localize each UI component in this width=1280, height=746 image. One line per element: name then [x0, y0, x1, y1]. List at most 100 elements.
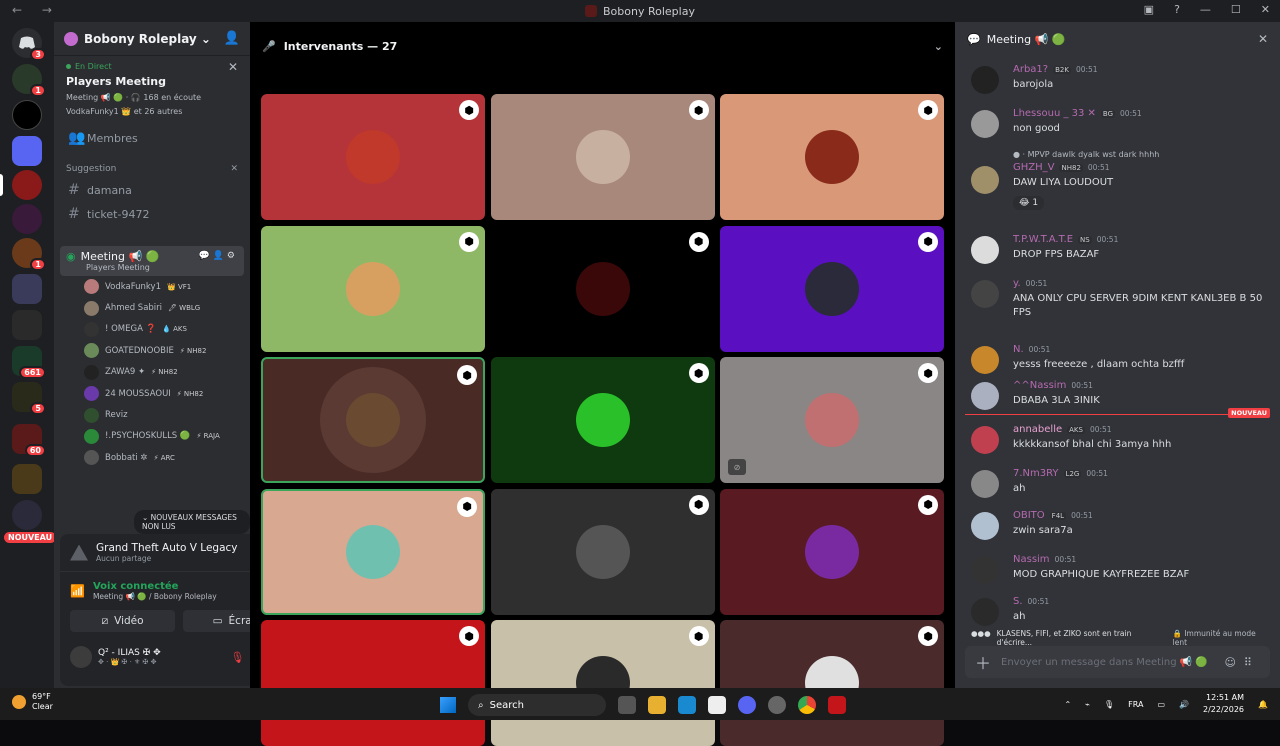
server-icon[interactable]: 1 — [12, 238, 46, 271]
server-icon[interactable] — [12, 500, 42, 530]
chat-message[interactable]: T.P.W.T.A.T.E NS 00:51 DROP FPS BAZAF — [971, 234, 1271, 264]
message-composer[interactable]: ＋ Envoyer un message dans Meeting 📢 🟢 ☺⠿ — [965, 646, 1270, 678]
new-messages-banner[interactable]: ⌄ NOUVEAUX MESSAGES NON LUS — [134, 510, 250, 534]
speaker-tile[interactable]: ⬢ — [720, 620, 944, 746]
server-icon[interactable] — [12, 204, 42, 234]
voice-channel-meeting[interactable]: ◉ Meeting 📢 🟢 Players Meeting 💬👤⚙ — [60, 246, 244, 276]
channel-damana[interactable]: # damana — [54, 178, 250, 202]
speaker-tile[interactable]: ⬢ — [261, 488, 485, 615]
message-username[interactable]: N. — [1013, 344, 1024, 355]
speaker-tile[interactable]: ⬢ — [490, 620, 715, 746]
message-username[interactable]: Arba1? — [1013, 64, 1048, 75]
message-username[interactable]: S. — [1013, 596, 1023, 607]
voice-user[interactable]: Ahmed Sabiri 🖊 WBLG — [54, 297, 250, 318]
message-username[interactable]: y. — [1013, 278, 1021, 289]
channel-actions[interactable]: 💬👤⚙ — [199, 251, 238, 261]
guild-header[interactable]: Bobony Roleplay ⌄ 👤 — [54, 22, 250, 56]
video-button[interactable]: ⧄ Vidéo — [70, 610, 175, 632]
avatar[interactable] — [971, 66, 999, 94]
chevron-down-icon[interactable]: ⌄ — [934, 40, 943, 53]
message-username[interactable]: annabelle — [1013, 424, 1062, 435]
channel-ticket[interactable]: # ticket-9472 — [54, 202, 250, 226]
reaction-button[interactable]: 😂 1 — [1013, 196, 1045, 210]
help-icon[interactable]: ? — [1174, 3, 1180, 16]
search-box[interactable]: ⌕ Search — [468, 694, 606, 716]
close-icon[interactable]: ✕ — [1258, 32, 1268, 46]
speaker-tile[interactable]: ⬢ — [261, 620, 485, 746]
speaker-tile[interactable]: ⬢ — [720, 94, 944, 220]
direct-messages-icon[interactable]: 3 — [12, 28, 46, 61]
message-username[interactable]: GHZH_V — [1013, 162, 1054, 173]
avatar[interactable] — [971, 280, 999, 308]
add-attachment-icon[interactable]: ＋ — [975, 650, 991, 674]
message-username[interactable]: OBITO — [1013, 510, 1045, 521]
chat-message[interactable]: N. 00:51 yesss freeeeze , dlaam ochta bzff… — [971, 344, 1271, 374]
voice-user[interactable]: ZAWA9 ✦ ⚡ NH82 — [54, 362, 250, 383]
avatar[interactable] — [70, 646, 92, 668]
speaker-tile[interactable]: ⬢ — [490, 94, 715, 220]
message-username[interactable]: Lhessouu _ 33 ✕ — [1013, 108, 1096, 119]
store-icon[interactable] — [708, 696, 726, 714]
folder-icon[interactable]: 661 — [12, 346, 46, 379]
speaker-tile[interactable]: ⬢ — [261, 357, 485, 483]
chat-message[interactable]: annabelle AKS 00:51 kkkkkansof bhal chi 3am… — [971, 424, 1271, 454]
voice-user[interactable]: GOATEDNOOBIE ⚡ NH82 — [54, 340, 250, 361]
folder-icon[interactable] — [12, 310, 42, 340]
voice-user[interactable]: Reviz — [54, 404, 250, 425]
display-icon[interactable]: ▭ — [1157, 700, 1165, 709]
avatar[interactable] — [971, 470, 999, 498]
message-username[interactable]: ^^Nassim — [1013, 380, 1066, 391]
avatar[interactable] — [971, 110, 999, 138]
start-button[interactable] — [440, 697, 456, 713]
speaker-tile[interactable]: ⬢ — [490, 357, 715, 483]
voice-user[interactable]: !.PSYCHOSKULLS 🟢 ⚡ RAJA — [54, 426, 250, 447]
avatar[interactable] — [971, 512, 999, 540]
inbox-icon[interactable]: ▣ — [1144, 3, 1154, 16]
clock[interactable]: 12:51 AM 2/22/2026 — [1203, 692, 1244, 716]
close-button[interactable]: ✕ — [1261, 3, 1270, 16]
voice-user[interactable]: ! OMEGA ❓ 💧 AKS — [54, 319, 250, 340]
close-icon[interactable]: ✕ — [228, 60, 238, 74]
live-event-card[interactable]: En Direct Players Meeting Meeting 📢 🟢 · … — [54, 56, 250, 122]
speaker-tile[interactable]: ⬢ — [720, 488, 944, 615]
server-icon[interactable]: 1 — [12, 64, 46, 97]
network-icon[interactable]: ⌁ — [1085, 700, 1090, 709]
avatar[interactable] — [971, 166, 999, 194]
chat-message[interactable]: y. 00:51 ANA ONLY CPU SERVER 9DIM KENT KAN… — [971, 278, 1271, 320]
speaker-tile[interactable]: ⬢ — [490, 488, 715, 615]
folder-icon[interactable]: 60 — [12, 424, 46, 457]
new-unreads-pill[interactable]: NOUVEAU — [4, 532, 57, 543]
members-link[interactable]: 👥 Membres — [54, 126, 250, 150]
edge-icon[interactable] — [678, 696, 696, 714]
composer-icons[interactable]: ☺⠿ — [1224, 656, 1260, 669]
stage-header[interactable]: 🎤 Intervenants — 27 ⌄ — [250, 22, 955, 70]
avatar[interactable] — [971, 346, 999, 374]
message-username[interactable]: 7.Nm3RY — [1013, 468, 1059, 479]
back-forward-icons[interactable]: ← → — [12, 3, 60, 17]
weather-widget[interactable]: 69°F Clear — [12, 692, 53, 712]
speaker-tile[interactable]: ⬢ ⊘ — [720, 357, 944, 483]
message-input[interactable]: Envoyer un message dans Meeting 📢 🟢 — [1001, 657, 1208, 668]
speaker-tile[interactable]: ⬢ — [490, 225, 715, 352]
avatar[interactable] — [971, 598, 999, 626]
chat-message[interactable]: Nassim 00:51 MOD GRAPHIQUE KAYFREZEE BZAF — [971, 554, 1271, 584]
chat-message[interactable]: Arba1? B2K 00:51 barojola — [971, 64, 1271, 94]
avatar[interactable] — [971, 236, 999, 264]
chat-message[interactable]: Lhessouu _ 33 ✕ BG 00:51 non good — [971, 108, 1271, 138]
minimize-button[interactable]: — — [1200, 3, 1211, 16]
avatar[interactable] — [971, 426, 999, 454]
reply-preview[interactable]: ● · MPVP dawlk dyalk wst dark hhhh — [1013, 150, 1271, 159]
app-icon[interactable] — [828, 696, 846, 714]
message-username[interactable]: Nassim — [1013, 554, 1050, 565]
mic-muted-icon[interactable]: 🎙 — [230, 651, 244, 664]
task-view-icon[interactable] — [618, 696, 636, 714]
avatar[interactable] — [971, 556, 999, 584]
avatar[interactable] — [971, 382, 999, 410]
chevron-up-icon[interactable]: ⌃ — [1064, 700, 1071, 709]
file-explorer-icon[interactable] — [648, 696, 666, 714]
folder-icon[interactable] — [12, 464, 42, 494]
chat-message[interactable]: S. 00:51 ah — [971, 596, 1271, 626]
voice-user[interactable]: Bobbati ✲ ⚡ ARC — [54, 447, 250, 468]
close-category-icon[interactable]: ✕ — [230, 164, 238, 174]
chrome-icon[interactable] — [798, 696, 816, 714]
